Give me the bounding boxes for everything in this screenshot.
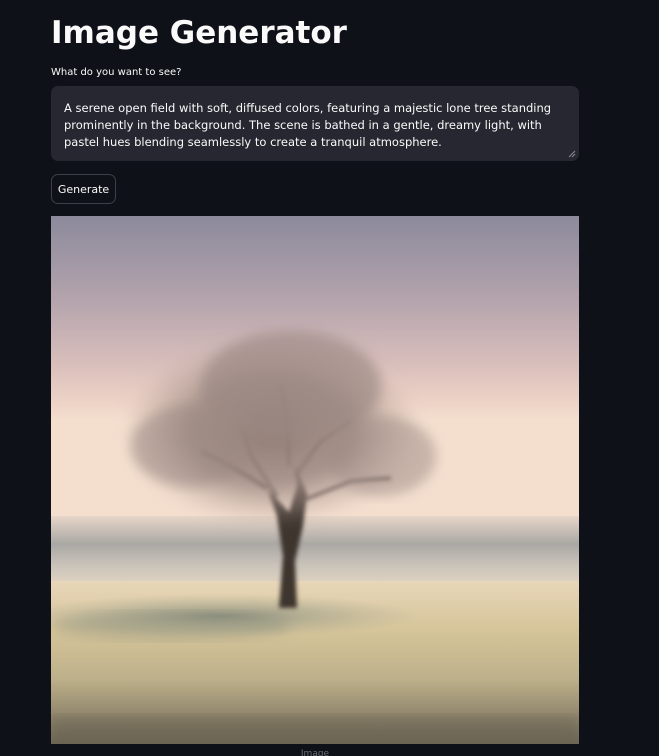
page-title: Image Generator	[51, 15, 347, 51]
app-root: Image Generator What do you want to see?…	[0, 0, 659, 756]
generate-button[interactable]: Generate	[51, 174, 116, 204]
prompt-label: What do you want to see?	[51, 67, 182, 78]
prompt-textarea[interactable]: A serene open field with soft, diffused …	[51, 86, 579, 161]
image-caption: Image	[300, 749, 330, 756]
generated-image	[51, 216, 579, 744]
resize-grip-icon[interactable]	[568, 150, 576, 158]
tree-landscape-image	[51, 216, 579, 744]
